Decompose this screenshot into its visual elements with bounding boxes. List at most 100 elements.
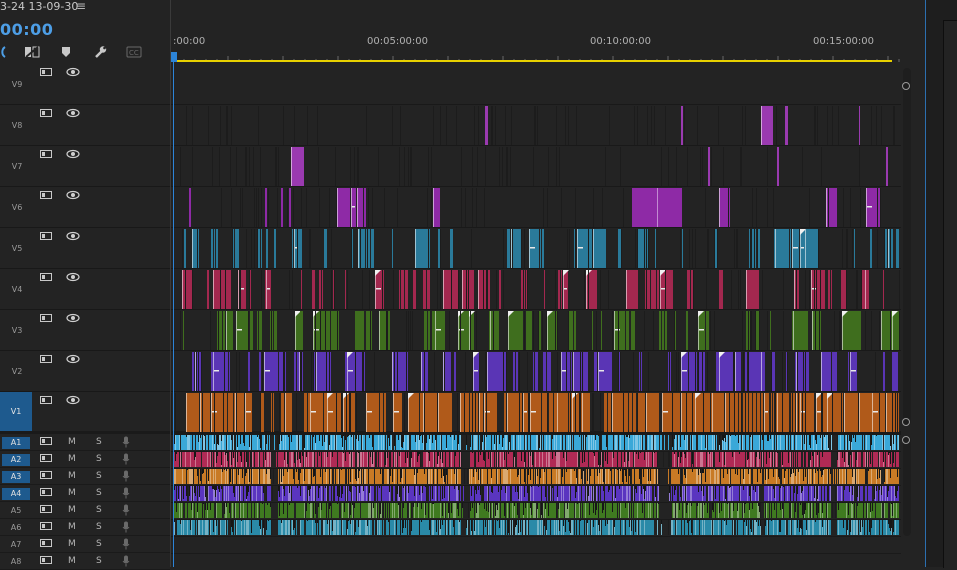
audio-track-header[interactable]: A1 M S [0,434,170,451]
mute-button[interactable]: M [68,539,76,549]
solo-button[interactable]: S [96,556,102,566]
eye-icon[interactable] [66,354,80,367]
film-icon[interactable] [40,470,52,483]
solo-button[interactable]: S [96,454,102,464]
film-icon[interactable] [40,272,52,285]
solo-button[interactable]: S [96,471,102,481]
solo-button[interactable]: S [96,437,102,447]
film-icon[interactable] [40,504,52,517]
microphone-icon[interactable] [122,555,130,570]
eye-icon[interactable] [66,67,80,80]
track-label[interactable]: V2 [3,367,31,376]
audio-clip [377,435,378,450]
eye-icon[interactable] [66,313,80,326]
eye-icon[interactable] [66,190,80,203]
playhead-handle[interactable] [171,52,177,62]
snap-icon[interactable] [24,44,40,60]
mute-button[interactable]: M [68,556,76,566]
track-label[interactable]: A1 [2,437,30,449]
film-icon[interactable] [40,149,52,162]
track-label[interactable]: V3 [3,326,31,335]
track-label[interactable]: V7 [3,162,31,171]
audio-track-header[interactable]: A5 M S [0,502,170,519]
audio-track-header[interactable]: A7 M S [0,536,170,553]
work-area-bar[interactable] [175,60,892,62]
audio-clip [482,469,483,484]
film-icon[interactable] [40,190,52,203]
microphone-icon[interactable] [122,436,130,451]
film-icon[interactable] [40,436,52,449]
eye-icon[interactable] [66,108,80,121]
track-label[interactable]: V8 [3,121,31,130]
microphone-icon[interactable] [122,453,130,468]
film-icon[interactable] [40,231,52,244]
video-track-header[interactable]: V1 [0,392,170,433]
video-track-header[interactable]: V3 [0,310,170,351]
microphone-icon[interactable] [122,504,130,519]
solo-button[interactable]: S [96,539,102,549]
film-icon[interactable] [40,395,52,408]
track-label[interactable]: V6 [3,203,31,212]
film-icon[interactable] [40,453,52,466]
video-audio-separator[interactable] [0,431,170,434]
eye-icon[interactable] [66,395,80,408]
microphone-icon[interactable] [122,538,130,553]
mute-button[interactable]: M [68,522,76,532]
nest-toggle-icon[interactable] [0,44,10,60]
track-label[interactable]: V4 [3,285,31,294]
video-track-header[interactable]: V4 [0,269,170,310]
audio-track-header[interactable]: A6 M S [0,519,170,536]
audio-track-header[interactable]: A4 M S [0,485,170,502]
video-track-header[interactable]: V2 [0,351,170,392]
track-label[interactable]: V5 [3,244,31,253]
solo-button[interactable]: S [96,505,102,515]
mute-button[interactable]: M [68,488,76,498]
marker-icon[interactable] [58,44,74,60]
video-track-header[interactable]: V7 [0,146,170,187]
film-icon[interactable] [40,67,52,80]
track-label[interactable]: A3 [2,471,30,483]
track-label[interactable]: A4 [2,488,30,500]
film-icon[interactable] [40,555,52,568]
film-icon[interactable] [40,487,52,500]
audio-waveform-gap [210,503,211,510]
audio-track-header[interactable]: A3 M S [0,468,170,485]
playhead-timecode[interactable]: 00:00 [0,20,53,40]
hamburger-menu-icon[interactable]: ≡ [76,0,86,13]
timeline-clips[interactable] [171,64,904,567]
film-icon[interactable] [40,313,52,326]
solo-button[interactable]: S [96,522,102,532]
track-label[interactable]: A5 [2,505,30,517]
film-icon[interactable] [40,354,52,367]
film-icon[interactable] [40,538,52,551]
audio-track-header[interactable]: A2 M S [0,451,170,468]
track-label[interactable]: A8 [2,556,30,568]
wrench-icon[interactable] [92,44,108,60]
video-track-header[interactable]: V6 [0,187,170,228]
solo-button[interactable]: S [96,488,102,498]
video-track-header[interactable]: V5 [0,228,170,269]
track-label[interactable]: A2 [2,454,30,466]
audio-waveform-gap [242,469,243,478]
captions-icon[interactable]: CC [126,44,142,60]
video-track-header[interactable]: V8 [0,105,170,146]
track-label[interactable]: A6 [2,522,30,534]
track-label[interactable]: V1 [0,392,32,432]
microphone-icon[interactable] [122,487,130,502]
eye-icon[interactable] [66,231,80,244]
eye-icon[interactable] [66,149,80,162]
film-icon[interactable] [40,521,52,534]
track-label[interactable]: V9 [3,80,31,89]
microphone-icon[interactable] [122,470,130,485]
video-track-header[interactable]: V9 [0,64,170,105]
microphone-icon[interactable] [122,521,130,536]
sequence-title[interactable]: 3-24 13-09-30 [0,0,78,13]
audio-track-header[interactable]: A8 M S [0,553,170,570]
mute-button[interactable]: M [68,505,76,515]
mute-button[interactable]: M [68,471,76,481]
film-icon[interactable] [40,108,52,121]
mute-button[interactable]: M [68,437,76,447]
mute-button[interactable]: M [68,454,76,464]
track-label[interactable]: A7 [2,539,30,551]
eye-icon[interactable] [66,272,80,285]
